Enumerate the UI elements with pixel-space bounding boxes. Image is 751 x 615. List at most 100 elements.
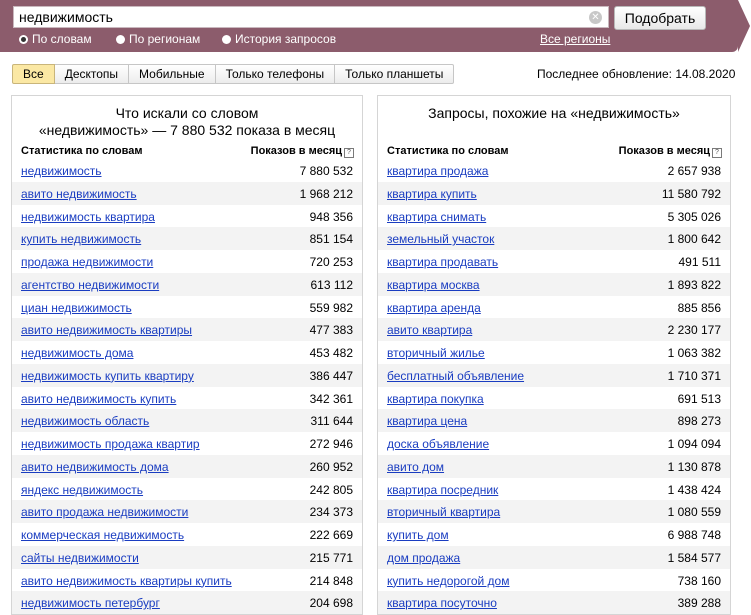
phrase-link[interactable]: коммерческая недвижимость [21,528,184,542]
tab-phones-only[interactable]: Только телефоны [215,64,336,84]
table-row: квартира продажа 2 657 938 [378,159,730,182]
radio-icon [116,35,125,44]
mode-by-words[interactable]: По словам [19,32,92,46]
impressions-count: 1 130 878 [667,459,721,474]
phrase-link[interactable]: авито недвижимость дома [21,460,169,474]
search-field[interactable]: ✕ [13,6,609,28]
table-row: недвижимость 7 880 532 [12,159,362,182]
phrase-link[interactable]: недвижимость продажа квартир [21,437,200,451]
mode-history[interactable]: История запросов [222,32,336,46]
impressions-count: 311 644 [310,414,354,429]
impressions-count: 389 288 [677,596,721,611]
impressions-count: 613 112 [310,277,354,292]
impressions-count: 1 094 094 [667,437,721,451]
phrase-link[interactable]: земельный участок [387,232,494,246]
radio-selected-icon [19,35,28,44]
phrase-link[interactable]: дом продажа [387,551,460,565]
phrase-link[interactable]: циан недвижимость [21,301,132,315]
phrase-link[interactable]: недвижимость [21,164,102,178]
help-icon[interactable]: ? [344,148,354,158]
phrase-link[interactable]: квартира аренда [387,301,481,315]
impressions-count: 2 657 938 [667,164,721,178]
impressions-count: 851 154 [309,232,353,247]
impressions-count: 898 273 [677,414,721,429]
impressions-count: 738 160 [677,573,721,588]
phrase-link[interactable]: авито недвижимость [21,187,137,201]
phrase-link[interactable]: вторичный жилье [387,346,485,360]
phrase-link[interactable]: бесплатный объявление [387,369,524,383]
table-row: недвижимость продажа квартир 272 946 [12,432,362,455]
tab-desktops[interactable]: Десктопы [54,64,130,84]
similar-table: квартира продажа 2 657 938 квартира купить… [378,159,730,614]
table-row: квартира продавать 491 511 [378,250,730,273]
phrase-link[interactable]: доска объявление [387,437,489,451]
table-row: купить дом 6 988 748 [378,523,730,546]
table-row: квартира аренда 885 856 [378,296,730,319]
table-header: Статистика по словам Показов в месяц? [378,143,730,159]
table-row: недвижимость дома 453 482 [12,341,362,364]
phrase-link[interactable]: недвижимость петербург [21,596,160,610]
phrase-link[interactable]: продажа недвижимости [21,255,153,269]
submit-button[interactable]: Подобрать [614,6,706,30]
table-row: недвижимость квартира 948 356 [12,205,362,228]
all-regions-link[interactable]: Все регионы [540,32,610,46]
phrase-link[interactable]: квартира покупка [387,392,484,406]
impressions-count: 242 805 [309,482,353,497]
search-bar: ✕ Подобрать По словам По регионам Истори… [0,0,738,52]
phrase-link[interactable]: авито недвижимость купить [21,392,176,406]
phrase-link[interactable]: яндекс недвижимость [21,483,143,497]
impressions-count: 1 080 559 [667,505,721,520]
impressions-count: 215 771 [309,550,353,565]
impressions-count: 691 513 [677,391,721,406]
phrase-link[interactable]: авито недвижимость квартиры [21,323,192,337]
phrase-link[interactable]: квартира москва [387,278,480,292]
impressions-count: 1 063 382 [667,346,721,360]
help-icon[interactable]: ? [712,148,722,158]
impressions-count: 204 698 [309,596,353,611]
table-row: квартира купить 11 580 792 [378,181,730,205]
table-row: доска объявление 1 094 094 [378,432,730,455]
tab-tablets-only[interactable]: Только планшеты [335,64,455,84]
table-row: земельный участок 1 800 642 [378,227,730,250]
table-row: купить недорогой дом 738 160 [378,569,730,592]
phrase-link[interactable]: квартира снимать [387,210,486,224]
tab-all[interactable]: Все [12,64,55,84]
radio-icon [222,35,231,44]
impressions-count: 260 952 [309,459,353,474]
impressions-count: 5 305 026 [667,209,721,224]
impressions-count: 214 848 [309,573,353,588]
search-input[interactable] [19,9,579,25]
table-row: авито недвижимость 1 968 212 [12,181,362,205]
phrase-link[interactable]: сайты недвижимости [21,551,139,565]
phrase-link[interactable]: купить дом [387,528,449,542]
similar-panel: Запросы, похожие на «недвижимость» Стати… [377,95,731,615]
mode-by-regions[interactable]: По регионам [116,32,200,46]
table-row: недвижимость купить квартиру 386 447 [12,363,362,387]
table-row: квартира покупка 691 513 [378,387,730,410]
phrase-link[interactable]: недвижимость купить квартиру [21,369,194,383]
phrase-link[interactable]: авито дом [387,460,444,474]
words-table: недвижимость 7 880 532 авито недвижимость 1… [12,159,362,614]
phrase-link[interactable]: авито квартира [387,323,472,337]
phrase-link[interactable]: недвижимость область [21,414,149,428]
phrase-link[interactable]: квартира цена [387,414,467,428]
phrase-link[interactable]: недвижимость квартира [21,210,155,224]
clear-icon[interactable]: ✕ [589,11,602,24]
tab-mobile[interactable]: Мобильные [129,64,216,84]
phrase-link[interactable]: купить недвижимость [21,232,141,246]
phrase-link[interactable]: купить недорогой дом [387,574,509,588]
impressions-count: 559 982 [309,300,353,315]
phrase-link[interactable]: авито продажа недвижимости [21,505,188,519]
phrase-link[interactable]: агентство недвижимости [21,278,159,292]
phrase-link[interactable]: квартира посредник [387,483,498,497]
phrase-link[interactable]: вторичный квартира [387,505,500,519]
table-row: вторичный квартира 1 080 559 [378,500,730,523]
phrase-link[interactable]: квартира продавать [387,255,498,269]
phrase-link[interactable]: квартира продажа [387,164,488,178]
phrase-link[interactable]: квартира купить [387,187,477,201]
impressions-count: 342 361 [309,391,353,406]
phrase-link[interactable]: квартира посуточно [387,596,497,610]
phrase-link[interactable]: авито недвижимость квартиры купить [21,574,232,588]
phrase-link[interactable]: недвижимость дома [21,346,133,360]
impressions-count: 272 946 [309,437,353,451]
